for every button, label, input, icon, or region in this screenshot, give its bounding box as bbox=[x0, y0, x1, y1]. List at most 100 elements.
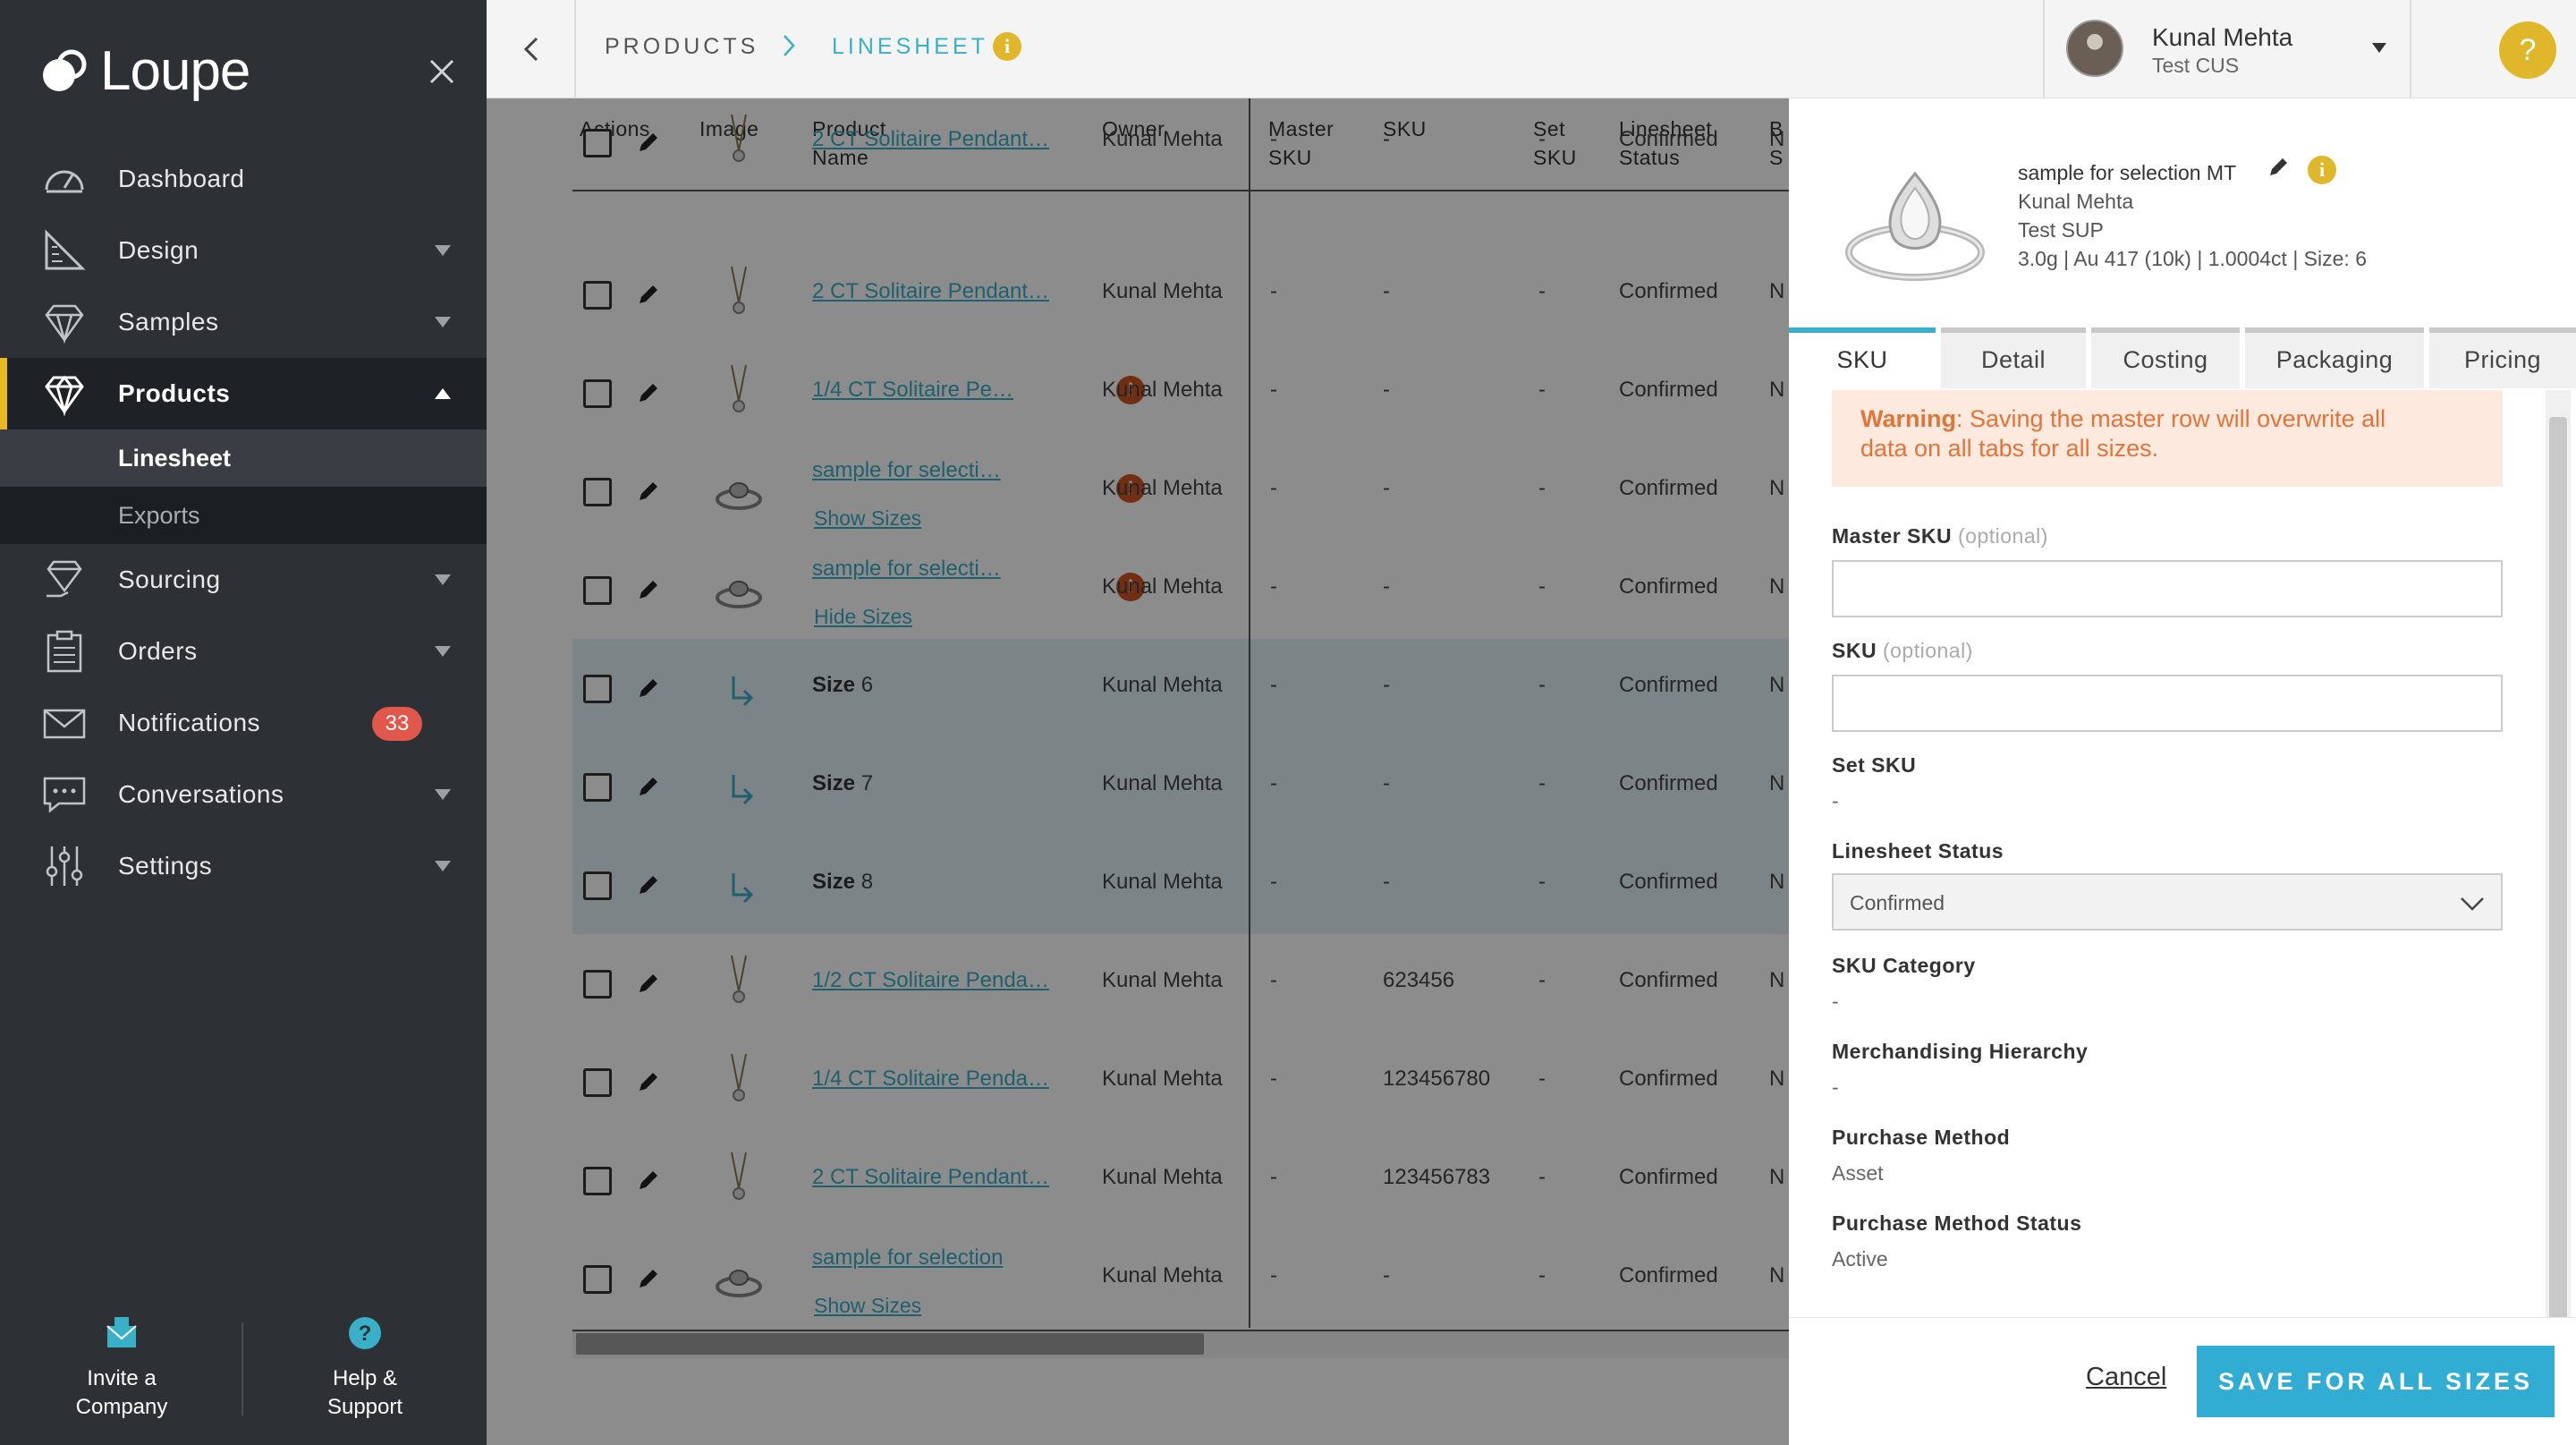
product-owner: Kunal Mehta bbox=[2018, 190, 2134, 213]
loupe-logo-icon bbox=[43, 49, 87, 91]
save-for-all-sizes-button[interactable]: SAVE FOR ALL SIZES bbox=[2197, 1346, 2555, 1417]
set-sku-label: Set SKU bbox=[1832, 753, 1917, 777]
svg-text:?: ? bbox=[359, 1322, 372, 1346]
sub-item-label: Exports bbox=[118, 502, 200, 529]
invite-company-button[interactable]: Invite a Company bbox=[0, 1315, 243, 1422]
nav-label: Design bbox=[118, 236, 199, 264]
envelope-icon bbox=[43, 709, 86, 739]
sku-input[interactable] bbox=[1832, 675, 2503, 732]
tab-detail[interactable]: Detail bbox=[1941, 327, 2086, 388]
nav-notifications[interactable]: Notifications 33 bbox=[0, 687, 487, 759]
diamond-hand-icon bbox=[47, 560, 82, 598]
nav-sourcing[interactable]: Sourcing bbox=[0, 544, 487, 616]
speedometer-icon bbox=[45, 170, 84, 193]
nav-dashboard[interactable]: Dashboard bbox=[0, 143, 487, 215]
cancel-button[interactable]: Cancel bbox=[2086, 1363, 2166, 1392]
help-label-1: Help & bbox=[332, 1366, 398, 1390]
pencil-edit-icon[interactable] bbox=[2267, 156, 2290, 179]
chevron-down-icon bbox=[435, 861, 451, 871]
modal-overlay[interactable] bbox=[487, 98, 1789, 1445]
nav-label: Orders bbox=[118, 637, 198, 665]
warning-text-2: data on all tabs for all sizes. bbox=[1860, 435, 2159, 462]
chevron-down-icon bbox=[435, 245, 451, 256]
linesheet-status-label: Linesheet Status bbox=[1832, 839, 2004, 863]
chevron-down-icon bbox=[2461, 897, 2484, 911]
info-icon[interactable]: i bbox=[993, 32, 1021, 61]
user-name: Kunal Mehta bbox=[2152, 23, 2293, 51]
tab-sku[interactable]: SKU bbox=[1789, 327, 1936, 388]
nav-label: Dashboard bbox=[118, 165, 245, 192]
nav-label: Products bbox=[118, 379, 231, 407]
nav-orders[interactable]: Orders bbox=[0, 616, 487, 687]
diamond-outline-icon bbox=[45, 304, 84, 344]
purchase-method-value: Asset bbox=[1832, 1161, 1884, 1185]
sub-item-exports[interactable]: Exports bbox=[0, 487, 487, 544]
notifications-badge: 33 bbox=[372, 707, 422, 741]
top-bar: PRODUCTS LINESHEET i Kunal Mehta Test CU… bbox=[487, 0, 2576, 98]
user-org: Test CUS bbox=[2152, 54, 2240, 77]
help-circle-icon: ? bbox=[349, 1317, 381, 1349]
tab-costing[interactable]: Costing bbox=[2091, 327, 2240, 388]
product-title: sample for selection MT bbox=[2018, 161, 2237, 184]
panel-scrollbar-thumb[interactable] bbox=[2549, 417, 2567, 1401]
sub-item-label: Linesheet bbox=[118, 445, 232, 472]
warning-message: Warning: Saving the master row will over… bbox=[1832, 390, 2503, 487]
mail-invite-icon bbox=[106, 1317, 137, 1347]
warning-bold: Warning bbox=[1860, 405, 1956, 432]
chevron-right-icon bbox=[784, 35, 795, 56]
edit-product-panel: sample for selection MT i Kunal Mehta Te… bbox=[1789, 98, 2576, 1445]
help-button[interactable]: ? bbox=[2499, 21, 2556, 79]
chevron-down-icon bbox=[435, 646, 451, 657]
close-icon[interactable] bbox=[424, 54, 460, 89]
nav-settings[interactable]: Settings bbox=[0, 830, 487, 902]
back-button[interactable] bbox=[487, 0, 576, 98]
linesheet-status-value: Confirmed bbox=[1850, 891, 1945, 914]
master-sku-input[interactable] bbox=[1832, 560, 2503, 617]
master-sku-label-text: Master SKU bbox=[1832, 524, 1953, 548]
product-specs: 3.0g | Au 417 (10k) | 1.0004ct | Size: 6 bbox=[2018, 247, 2368, 270]
chevron-down-icon bbox=[435, 317, 451, 327]
nav-design[interactable]: Design bbox=[0, 215, 487, 286]
optional-hint: (optional) bbox=[1958, 524, 2048, 548]
nav-label: Samples bbox=[118, 308, 219, 336]
user-menu[interactable]: Kunal Mehta Test CUS bbox=[2043, 0, 2411, 98]
chevron-up-icon bbox=[435, 388, 451, 399]
sub-item-linesheet[interactable]: Linesheet bbox=[0, 429, 487, 487]
nav-label: Sourcing bbox=[118, 565, 221, 593]
master-sku-label: Master SKU (optional) bbox=[1832, 524, 2048, 548]
caret-down-icon bbox=[2372, 43, 2386, 53]
set-sku-value: - bbox=[1832, 789, 1839, 812]
nav-label: Settings bbox=[118, 852, 213, 880]
linesheet-status-select[interactable]: Confirmed bbox=[1832, 873, 2503, 931]
info-icon[interactable]: i bbox=[2308, 156, 2336, 184]
sliders-icon bbox=[46, 846, 83, 886]
sku-label: SKU (optional) bbox=[1832, 639, 1973, 663]
breadcrumb-linesheet[interactable]: LINESHEET bbox=[832, 34, 988, 60]
logo-text: Loupe bbox=[100, 40, 250, 102]
nav-products[interactable]: Products bbox=[0, 358, 487, 429]
clipboard-icon bbox=[47, 630, 82, 673]
purchase-method-status-value: Active bbox=[1832, 1247, 1888, 1271]
invite-label-2: Company bbox=[75, 1395, 168, 1419]
warning-text-1: : Saving the master row will overwrite a… bbox=[1956, 405, 2386, 432]
nav-conversations[interactable]: Conversations bbox=[0, 759, 487, 830]
tab-packaging[interactable]: Packaging bbox=[2245, 327, 2424, 388]
sidebar: Loupe Dashboard Design Samples Products … bbox=[0, 0, 487, 1445]
purchase-method-status-label: Purchase Method Status bbox=[1832, 1211, 2082, 1235]
purchase-method-label: Purchase Method bbox=[1832, 1126, 2011, 1149]
merchandising-hierarchy-label: Merchandising Hierarchy bbox=[1832, 1040, 2089, 1063]
tab-pricing[interactable]: Pricing bbox=[2429, 327, 2576, 388]
nav-samples[interactable]: Samples bbox=[0, 286, 487, 358]
breadcrumb-products[interactable]: PRODUCTS bbox=[605, 34, 758, 60]
loupe-logo[interactable]: Loupe bbox=[36, 39, 250, 103]
sku-label-text: SKU bbox=[1832, 639, 1877, 662]
nav-label: Conversations bbox=[118, 780, 284, 808]
help-support-button[interactable]: ? Help & Support bbox=[243, 1315, 487, 1422]
panel-tabs: SKU Detail Costing Packaging Pricing bbox=[1789, 327, 2576, 388]
sku-category-label: SKU Category bbox=[1832, 954, 1976, 977]
nav-label: Notifications bbox=[118, 709, 261, 736]
chevron-down-icon bbox=[435, 789, 451, 800]
product-supplier: Test SUP bbox=[2018, 218, 2104, 242]
merchandising-hierarchy-value: - bbox=[1832, 1075, 1839, 1099]
avatar bbox=[2066, 20, 2123, 77]
